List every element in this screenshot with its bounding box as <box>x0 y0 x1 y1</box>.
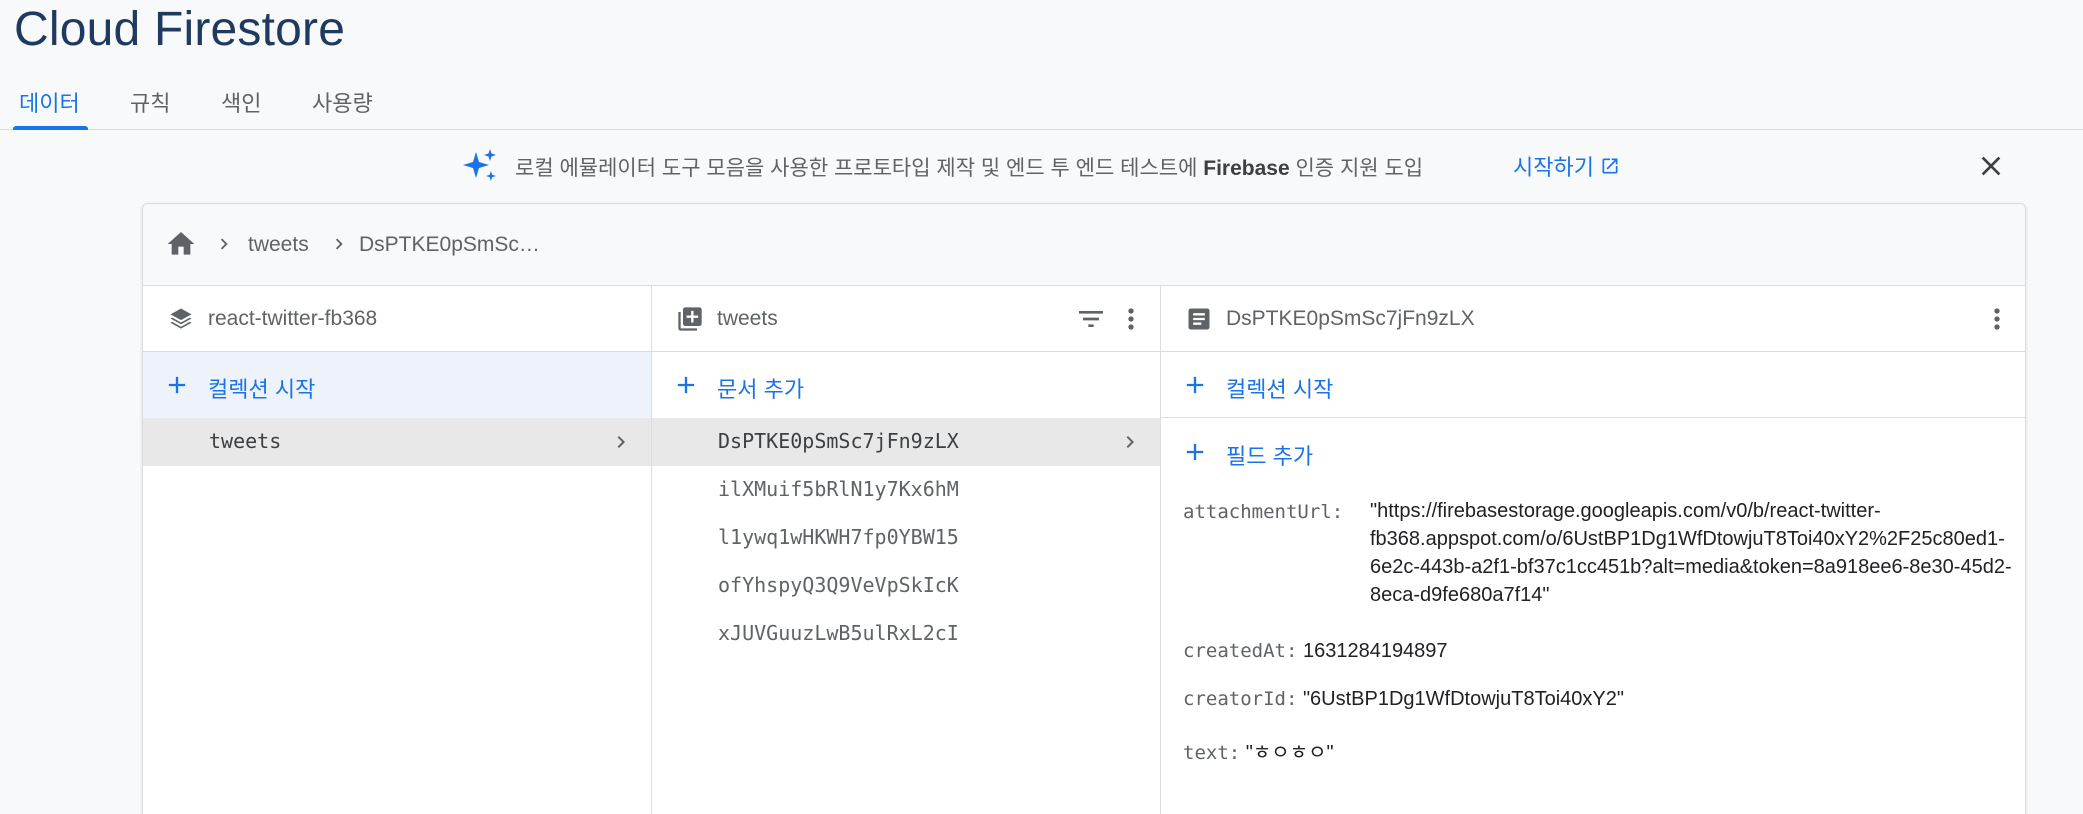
get-started-link[interactable]: 시작하기 <box>1513 150 1620 182</box>
chevron-right-icon <box>617 436 625 448</box>
breadcrumb-item-document[interactable]: DsPTKE0pSmSc… <box>359 233 540 257</box>
sparkle-icon <box>463 149 496 181</box>
collection-column-header: tweets <box>652 286 1160 352</box>
banner-text-after: 인증 지원 도입 <box>1289 157 1424 180</box>
document-id: ilXMuif5bRlN1y7Kx6hM <box>718 477 959 501</box>
open-in-new-icon <box>1602 158 1618 174</box>
start-subcollection-label: 컬렉션 시작 <box>1226 377 1334 402</box>
field-value: "ㅎㅇㅎㅇ" <box>1245 742 1334 764</box>
database-stack-icon <box>170 308 192 329</box>
field-createdAt[interactable]: createdAt: 1631284194897 <box>1183 640 1448 663</box>
plus-icon <box>168 376 186 394</box>
breadcrumb: tweets DsPTKE0pSmSc… <box>143 204 2025 286</box>
add-document-label: 문서 추가 <box>717 377 805 402</box>
document-icon <box>1188 308 1210 330</box>
chevron-right-icon <box>335 238 343 250</box>
start-subcollection-button[interactable]: 컬렉션 시작 <box>1161 352 2025 418</box>
field-value-line: 8eca-d9fe680a7f14" <box>1370 584 1550 606</box>
field-attachmentUrl[interactable]: attachmentUrl: <box>1183 501 1343 524</box>
field-key: createdAt: <box>1183 640 1298 662</box>
chevron-right-icon <box>1126 436 1134 448</box>
start-collection-label: 컬렉션 시작 <box>208 377 316 402</box>
field-value-line: 6e2c-443b-a2f1-bf37c1cc451b?alt=media&to… <box>1370 556 2012 578</box>
document-item[interactable]: xJUVGuuzLwB5ulRxL2cI <box>652 610 1160 658</box>
get-started-label: 시작하기 <box>1513 155 1594 180</box>
collection-icon <box>678 307 702 331</box>
active-tab-indicator <box>13 126 88 130</box>
plus-icon <box>1186 443 1204 461</box>
banner-message: 로컬 에뮬레이터 도구 모음을 사용한 프로토타입 제작 및 엔드 투 엔드 테… <box>515 152 1423 182</box>
document-id: DsPTKE0pSmSc7jFn9zLX <box>718 429 959 453</box>
field-value-line: fb368.appspot.com/o/6UstBP1Dg1WfDtowjuT8… <box>1370 528 2005 550</box>
add-field-label: 필드 추가 <box>1226 444 1314 469</box>
field-value: 1631284194897 <box>1302 640 1448 662</box>
tab-indexes[interactable]: 색인 <box>221 86 261 118</box>
chevron-right-icon <box>220 238 228 250</box>
document-id: xJUVGuuzLwB5ulRxL2cI <box>718 621 959 645</box>
tab-bar: 데이터 규칙 색인 사용량 <box>0 80 2083 130</box>
tab-usage[interactable]: 사용량 <box>312 86 373 118</box>
document-title: DsPTKE0pSmSc7jFn9zLX <box>1226 307 1475 330</box>
field-key: text: <box>1183 742 1241 764</box>
document-item[interactable]: ilXMuif5bRlN1y7Kx6hM <box>652 466 1160 514</box>
tab-rules[interactable]: 규칙 <box>130 86 170 118</box>
collection-item-tweets[interactable]: tweets <box>143 418 651 466</box>
root-column: react-twitter-fb368 컬렉션 시작 tweets <box>143 286 652 814</box>
announcement-banner: 로컬 에뮬레이터 도구 모음을 사용한 프로토타입 제작 및 엔드 투 엔드 테… <box>0 140 2083 192</box>
document-item[interactable]: ofYhspyQ3Q9VeVpSkIcK <box>652 562 1160 610</box>
root-column-header: react-twitter-fb368 <box>143 286 651 352</box>
add-document-button[interactable]: 문서 추가 <box>652 352 1160 418</box>
page-title: Cloud Firestore <box>14 3 346 56</box>
home-icon[interactable] <box>165 228 197 260</box>
field-text[interactable]: text: "ㅎㅇㅎㅇ" <box>1183 736 1334 765</box>
more-vert-icon[interactable] <box>1115 303 1147 335</box>
close-icon[interactable] <box>1975 150 2007 182</box>
document-item[interactable]: l1ywq1wHKWH7fp0YBW15 <box>652 514 1160 562</box>
field-key: creatorId: <box>1183 688 1298 710</box>
banner-text-bold: Firebase <box>1203 157 1290 180</box>
plus-icon <box>1186 376 1204 394</box>
collection-name: tweets <box>209 429 282 453</box>
field-value: "6UstBP1Dg1WfDtowjuT8Toi40xY2" <box>1302 688 1624 710</box>
collection-column: tweets 문서 추가 DsPTKE0pSmSc7jFn9zLX ilXMui… <box>652 286 1161 814</box>
field-creatorId[interactable]: creatorId: "6UstBP1Dg1WfDtowjuT8Toi40xY2… <box>1183 688 1624 711</box>
tab-data[interactable]: 데이터 <box>19 86 80 118</box>
more-vert-icon[interactable] <box>1981 303 2013 335</box>
add-field-button[interactable]: 필드 추가 <box>1161 419 2025 485</box>
field-value-line: "https://firebasestorage.googleapis.com/… <box>1370 500 1881 522</box>
filter-icon[interactable] <box>1075 303 1107 335</box>
project-name: react-twitter-fb368 <box>208 307 378 330</box>
document-id: ofYhspyQ3Q9VeVpSkIcK <box>718 573 959 597</box>
document-item[interactable]: DsPTKE0pSmSc7jFn9zLX <box>652 418 1160 466</box>
start-collection-button[interactable]: 컬렉션 시작 <box>143 352 651 418</box>
data-panel: tweets DsPTKE0pSmSc… react-twitter-fb368… <box>142 203 2026 814</box>
field-key: attachmentUrl: <box>1183 501 1344 523</box>
breadcrumb-item-tweets[interactable]: tweets <box>248 233 309 257</box>
document-column: DsPTKE0pSmSc7jFn9zLX 컬렉션 시작 필드 추가 attach… <box>1161 286 2025 814</box>
plus-icon <box>677 376 695 394</box>
banner-text-before: 로컬 에뮬레이터 도구 모음을 사용한 프로토타입 제작 및 엔드 투 엔드 테… <box>515 157 1204 180</box>
document-id: l1ywq1wHKWH7fp0YBW15 <box>718 525 959 549</box>
document-column-header: DsPTKE0pSmSc7jFn9zLX <box>1161 286 2025 352</box>
collection-title: tweets <box>717 307 778 330</box>
